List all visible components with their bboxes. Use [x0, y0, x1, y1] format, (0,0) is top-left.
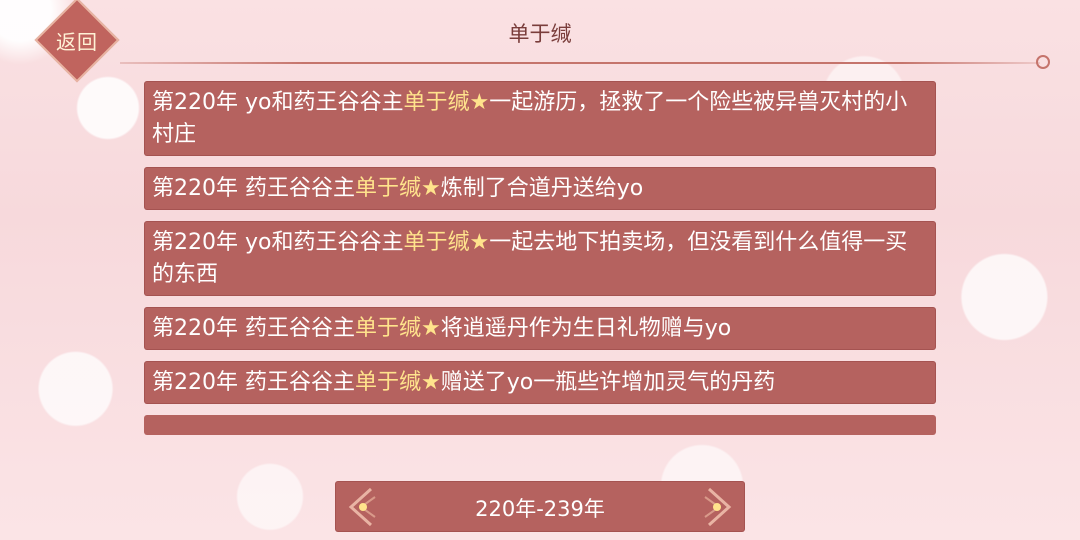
- pagination-bar: 220年-239年: [335, 481, 745, 532]
- list-item: 第220年 药王谷谷主单于缄★将逍遥丹作为生日礼物赠与yo: [144, 307, 936, 350]
- title-divider: [120, 62, 1040, 64]
- event-log-list[interactable]: 第220年 yo和药王谷谷主单于缄★一起游历，拯救了一个险些被异兽灭村的小村庄 …: [144, 81, 936, 461]
- list-item: 第220年 药王谷谷主单于缄★赠送了yo一瓶些许增加灵气的丹药: [144, 361, 936, 404]
- chevron-right-icon[interactable]: [695, 485, 739, 529]
- list-item: [144, 415, 936, 435]
- highlight-name: 单于缄★: [355, 370, 441, 395]
- highlight-name: 单于缄★: [403, 90, 490, 115]
- highlight-name: 单于缄★: [355, 316, 441, 341]
- divider-ornament-icon: [1036, 55, 1050, 69]
- highlight-name: 单于缄★: [403, 230, 490, 255]
- page-title: 单于缄: [508, 22, 572, 46]
- list-item: 第220年 药王谷谷主单于缄★炼制了合道丹送给yo: [144, 167, 936, 210]
- page-range-label: 220年-239年: [475, 497, 605, 521]
- highlight-name: 单于缄★: [355, 176, 441, 201]
- list-item: 第220年 yo和药王谷谷主单于缄★一起去地下拍卖场，但没看到什么值得一买的东西: [144, 221, 936, 296]
- list-item: 第220年 yo和药王谷谷主单于缄★一起游历，拯救了一个险些被异兽灭村的小村庄: [144, 81, 936, 156]
